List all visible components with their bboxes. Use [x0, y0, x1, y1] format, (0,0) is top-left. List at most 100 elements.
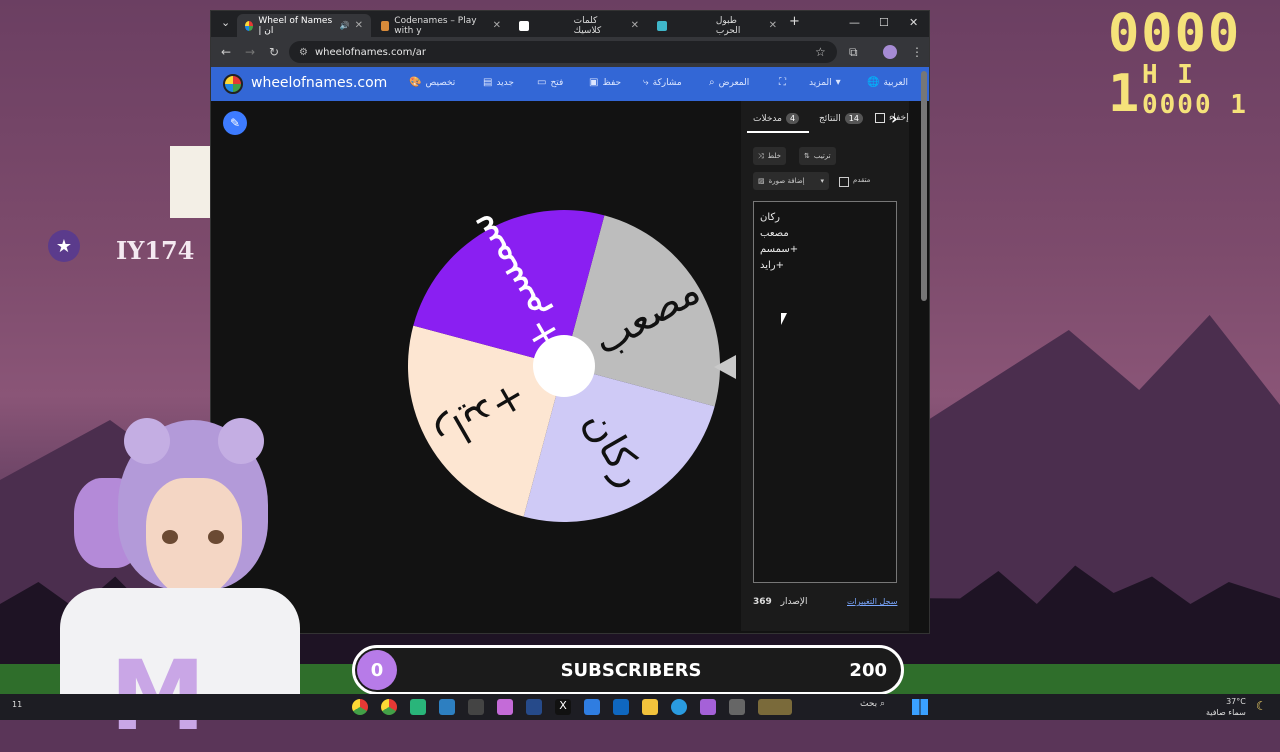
- menu-new[interactable]: ▤ جديد: [483, 77, 514, 88]
- search-icon: ⌕: [709, 77, 715, 88]
- entry-line: +رايد: [760, 260, 785, 271]
- wheel-container[interactable]: مصعب ركان +رايد +سمسم: [407, 209, 721, 523]
- tab-war-drums[interactable]: طبول الحرب ✕: [649, 14, 785, 37]
- tab-classic-words[interactable]: كلمات كلاسيك ✕: [511, 14, 647, 37]
- close-tab-icon[interactable]: ✕: [631, 20, 639, 31]
- site-info-icon[interactable]: ⚙: [299, 47, 308, 58]
- menu-label: فتح: [550, 77, 564, 88]
- address-bar-row: ← → ↻ wheelofnames.com/ar ⚙ ☆ ⧉ ⋮: [211, 37, 929, 67]
- close-tab-icon[interactable]: ✕: [355, 20, 363, 31]
- windows-start-icon[interactable]: [912, 699, 928, 715]
- subscriber-goal: 200: [849, 660, 887, 681]
- menu-fullscreen[interactable]: ⛶: [779, 77, 786, 88]
- menu-share[interactable]: ⤷ مشاركة: [643, 77, 682, 88]
- checkbox-icon: [875, 113, 885, 123]
- wheel-logo-icon[interactable]: [223, 74, 243, 94]
- folder-icon: ▭: [537, 77, 547, 88]
- edit-pencil-icon[interactable]: ✎: [223, 111, 247, 135]
- obs-icon[interactable]: [468, 699, 484, 715]
- edge-icon[interactable]: [671, 699, 687, 715]
- forward-icon[interactable]: →: [245, 45, 255, 59]
- changelog-link[interactable]: سجل التغييرات: [847, 597, 897, 606]
- extensions-icon[interactable]: ⧉: [849, 45, 858, 60]
- sort-button[interactable]: ⇅ ترتيب: [799, 147, 836, 165]
- menu-customize[interactable]: 🎨 تخصيص: [409, 77, 455, 88]
- close-tab-icon[interactable]: ✕: [769, 20, 777, 31]
- m365-icon[interactable]: [497, 699, 513, 715]
- url-field[interactable]: wheelofnames.com/ar: [289, 41, 837, 63]
- bookmark-star-icon[interactable]: ☆: [815, 45, 826, 59]
- hi-score-counter: H I 0000 1: [1142, 60, 1248, 120]
- tab-results[interactable]: النتائج 14: [819, 113, 863, 124]
- profile-avatar[interactable]: [883, 45, 897, 59]
- sort-label: ترتيب: [813, 152, 831, 160]
- results-count-badge: 14: [844, 113, 863, 124]
- wheel-center-hub[interactable]: [533, 335, 595, 397]
- app-icon[interactable]: [729, 699, 745, 715]
- tab-entries[interactable]: مدخلات 4: [753, 113, 800, 124]
- shuffle-button[interactable]: ⤨ خلط: [753, 147, 786, 165]
- player-tag: IY174: [116, 236, 195, 265]
- hair-bun-right: [218, 418, 264, 464]
- advanced-checkbox[interactable]: [839, 177, 849, 187]
- speaker-icon[interactable]: 🔊: [340, 21, 350, 30]
- add-image-dropdown[interactable]: ▨ إضافة صورة ▾: [753, 172, 829, 190]
- chevron-right-icon[interactable]: ›: [891, 109, 898, 128]
- taskbar-clock: 11: [12, 700, 23, 709]
- menu-label: تخصيص: [425, 77, 456, 88]
- entry-line: +سمسم: [760, 244, 799, 255]
- store-icon[interactable]: [584, 699, 600, 715]
- maximize-icon[interactable]: ☐: [879, 16, 889, 29]
- reload-icon[interactable]: ↻: [269, 45, 279, 59]
- search-label: بحث: [860, 699, 878, 709]
- windows-taskbar: 11 X بحث ⌕ 37°C سماء صافية ☾: [0, 694, 1280, 720]
- minimize-icon[interactable]: —: [849, 16, 860, 29]
- app-icon[interactable]: [410, 699, 426, 715]
- weather-widget[interactable]: 37°C سماء صافية: [1206, 696, 1246, 718]
- menu-label: جديد: [496, 77, 514, 88]
- folder-icon[interactable]: [642, 699, 658, 715]
- entries-textarea[interactable]: ركان مصعب +سمسم +رايد: [753, 201, 897, 583]
- menu-label: المزيد: [809, 77, 832, 88]
- outlook-icon[interactable]: [613, 699, 629, 715]
- menu-gallery[interactable]: ⌕ المعرض: [709, 77, 749, 88]
- chrome-icon[interactable]: [352, 699, 368, 715]
- new-tab-button[interactable]: +: [789, 14, 800, 29]
- file-icon: ▤: [483, 77, 493, 88]
- codenames-favicon-icon: [381, 20, 390, 31]
- page-scrollbar[interactable]: [921, 71, 927, 301]
- moon-weather-icon: ☾: [1256, 699, 1267, 713]
- close-window-icon[interactable]: ✕: [909, 16, 918, 29]
- game-favicon-icon: [657, 20, 667, 31]
- app-icon[interactable]: [526, 699, 542, 715]
- wheel-of-names[interactable]: مصعبركان+رايد+سمسم: [407, 209, 721, 523]
- taskbar-search[interactable]: بحث ⌕: [860, 699, 885, 709]
- widgets-icon[interactable]: [758, 699, 792, 715]
- panel-tabs: مدخلات 4 النتائج 14 إخفاء ›: [741, 107, 909, 131]
- tab-label: طبول الحرب: [715, 15, 741, 36]
- wheel-favicon-icon: [245, 20, 254, 31]
- menu-open[interactable]: ▭ فتح: [537, 77, 563, 88]
- entries-count-badge: 4: [785, 113, 800, 124]
- menu-language[interactable]: 🌐 العربية: [867, 77, 908, 88]
- menu-more[interactable]: المزيد ▾: [809, 77, 841, 88]
- site-name[interactable]: wheelofnames.com: [251, 75, 387, 91]
- entry-line: ركان: [760, 212, 780, 223]
- menu-label: حفظ: [602, 77, 622, 88]
- browser-menu-icon[interactable]: ⋮: [911, 45, 923, 59]
- avatar-face: [146, 478, 242, 598]
- menu-save[interactable]: ▣ حفظ: [589, 77, 621, 88]
- tab-wheel-of-names[interactable]: Wheel of Names | ان 🔊 ✕: [237, 14, 371, 37]
- back-icon[interactable]: ←: [221, 45, 231, 59]
- x-icon[interactable]: X: [555, 699, 571, 715]
- doc-favicon-icon: [519, 20, 529, 31]
- copilot-icon[interactable]: [700, 699, 716, 715]
- tab-search-icon[interactable]: ⌄: [221, 16, 230, 29]
- chrome-icon[interactable]: [381, 699, 397, 715]
- close-tab-icon[interactable]: ✕: [493, 20, 501, 31]
- tab-codenames[interactable]: Codenames – Play with y ✕: [373, 14, 509, 37]
- shuffle-icon: ⤨: [758, 151, 764, 160]
- visual-studio-icon[interactable]: [439, 699, 455, 715]
- menu-label: العربية: [883, 77, 909, 88]
- image-icon: ▨: [758, 177, 765, 185]
